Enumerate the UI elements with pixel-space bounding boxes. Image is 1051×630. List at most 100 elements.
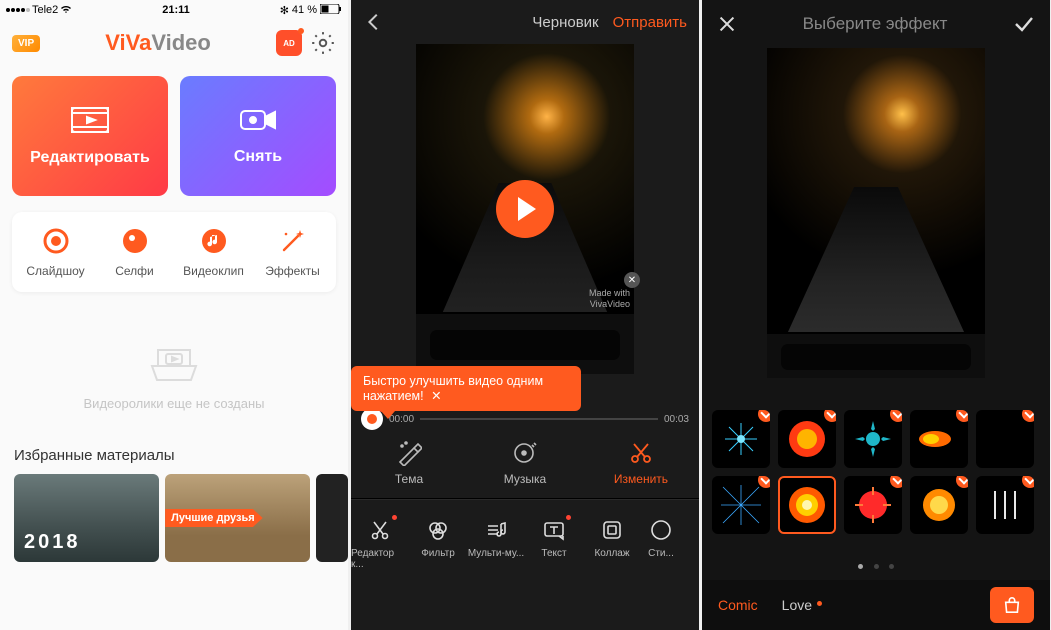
tab-theme-label: Тема: [395, 472, 423, 486]
vip-badge[interactable]: VIP: [12, 35, 40, 52]
bluetooth-icon: ✻: [280, 4, 289, 17]
tip-text: Быстро улучшить видео одним нажатием!: [363, 374, 543, 403]
draft-button[interactable]: Черновик: [532, 14, 598, 31]
effect-thumb-5[interactable]: [976, 410, 1034, 468]
edit-card[interactable]: Редактировать: [12, 76, 168, 196]
notification-dot: [566, 515, 571, 520]
category-comic[interactable]: Comic: [718, 597, 758, 613]
send-button[interactable]: Отправить: [613, 14, 687, 31]
material-card-2018[interactable]: 2018: [14, 474, 159, 562]
settings-button[interactable]: [310, 30, 336, 56]
remove-watermark-button[interactable]: ✕: [624, 272, 640, 288]
sticker-icon: [649, 518, 673, 542]
notification-dot: [392, 515, 397, 520]
tip-close[interactable]: ✕: [431, 389, 441, 403]
home-header: VIP ViVaVideo AD: [0, 20, 348, 62]
material-card-friends[interactable]: Лучшие друзья: [165, 474, 310, 562]
category-love[interactable]: Love: [782, 597, 812, 613]
effects-grid: [702, 410, 1050, 534]
tab-music-label: Музыка: [504, 472, 546, 486]
slideshow-icon: [41, 226, 71, 256]
preview-dashboard: [416, 312, 634, 374]
scissors-icon: [628, 440, 654, 466]
effect-thumb-9[interactable]: [910, 476, 968, 534]
page-dot-active: [858, 564, 863, 569]
effect-preview[interactable]: [767, 48, 985, 378]
play-button[interactable]: [496, 180, 554, 238]
carrier-label: Tele2: [32, 4, 58, 16]
tool-filter[interactable]: Фильтр: [409, 518, 467, 570]
text-icon: [542, 518, 566, 542]
back-button[interactable]: [363, 11, 385, 33]
tab-theme[interactable]: Тема: [351, 440, 467, 486]
materials-row[interactable]: 2018 Лучшие друзья: [0, 474, 348, 562]
music-icon: [512, 440, 538, 466]
effect-thumb-2[interactable]: [778, 410, 836, 468]
status-right: ✻ 41 %: [280, 4, 342, 17]
material-card-more[interactable]: [316, 474, 348, 562]
tool-text[interactable]: Текст: [525, 518, 583, 570]
timeline-track[interactable]: [420, 418, 658, 420]
divider: [351, 498, 699, 499]
page-dot: [874, 564, 879, 569]
tool-sticker[interactable]: Сти...: [641, 518, 681, 570]
effect-thumb-8[interactable]: [844, 476, 902, 534]
ad-gift-button[interactable]: AD: [276, 30, 302, 56]
notification-dot: [298, 28, 304, 34]
close-button[interactable]: [716, 13, 738, 35]
tool-collage[interactable]: Коллаж: [583, 518, 641, 570]
effects-screen: Выберите эффект: [702, 0, 1050, 630]
tool-clip-editor[interactable]: Редактор к...: [351, 518, 409, 570]
battery-percent: 41 %: [292, 4, 317, 16]
tool-label: Мульти-му...: [468, 548, 524, 559]
page-dot: [889, 564, 894, 569]
status-bar: Tele2 21:11 ✻ 41 %: [0, 0, 348, 20]
tool-label: Сти...: [648, 548, 674, 559]
camera-icon: [239, 107, 277, 138]
watermark-line-1: Made with: [589, 288, 630, 299]
theme-icon: [396, 440, 422, 466]
effect-thumb-4[interactable]: [910, 410, 968, 468]
wand-icon: [278, 226, 308, 256]
edit-label: Редактировать: [30, 149, 150, 167]
effects-label: Эффекты: [265, 264, 320, 278]
shop-button[interactable]: [990, 587, 1034, 623]
effect-thumb-1[interactable]: [712, 410, 770, 468]
effects-title: Выберите эффект: [738, 14, 1012, 34]
tool-effects[interactable]: Эффекты: [253, 226, 332, 278]
effect-thumb-7-selected[interactable]: [778, 476, 836, 534]
watermark[interactable]: Made with VivaVideo: [589, 288, 630, 310]
preview-dashboard: [767, 332, 985, 378]
app-logo: ViVaVideo: [40, 30, 276, 56]
shoot-label: Снять: [234, 148, 282, 166]
tools-row: Слайдшоу Селфи Видеоклип Эффекты: [12, 212, 336, 292]
edit-tools-row[interactable]: Редактор к... Фильтр Мульти-му... Текст: [351, 510, 699, 570]
tool-multi-music[interactable]: Мульти-му...: [467, 518, 525, 570]
effects-top-bar: Выберите эффект: [702, 0, 1050, 48]
effect-thumb-6[interactable]: [712, 476, 770, 534]
watermark-line-2: VivaVideo: [589, 299, 630, 310]
film-icon: [70, 106, 110, 139]
effect-thumb-10[interactable]: [976, 476, 1034, 534]
tool-selfie[interactable]: Селфи: [95, 226, 174, 278]
music-note-icon: [199, 226, 229, 256]
clip-label: Видеоклип: [183, 264, 244, 278]
slideshow-label: Слайдшоу: [26, 264, 84, 278]
wifi-icon: [60, 4, 72, 17]
enhance-knob[interactable]: [361, 408, 383, 430]
tab-edit[interactable]: Изменить: [583, 440, 699, 486]
time-end: 00:03: [664, 414, 689, 425]
tab-music[interactable]: Музыка: [467, 440, 583, 486]
confirm-button[interactable]: [1012, 12, 1036, 36]
video-preview[interactable]: Made with VivaVideo ✕: [416, 44, 634, 374]
enhance-tip[interactable]: Быстро улучшить видео одним нажатием! ✕: [351, 366, 581, 411]
timeline[interactable]: 00:00 00:03: [351, 408, 699, 430]
shoot-card[interactable]: Снять: [180, 76, 336, 196]
material-title: 2018: [24, 531, 81, 554]
effect-thumb-3[interactable]: [844, 410, 902, 468]
tool-slideshow[interactable]: Слайдшоу: [16, 226, 95, 278]
effects-pager[interactable]: [702, 556, 1050, 574]
tool-clip[interactable]: Видеоклип: [174, 226, 253, 278]
battery-icon: [320, 4, 342, 17]
main-actions: Редактировать Снять: [0, 62, 348, 206]
